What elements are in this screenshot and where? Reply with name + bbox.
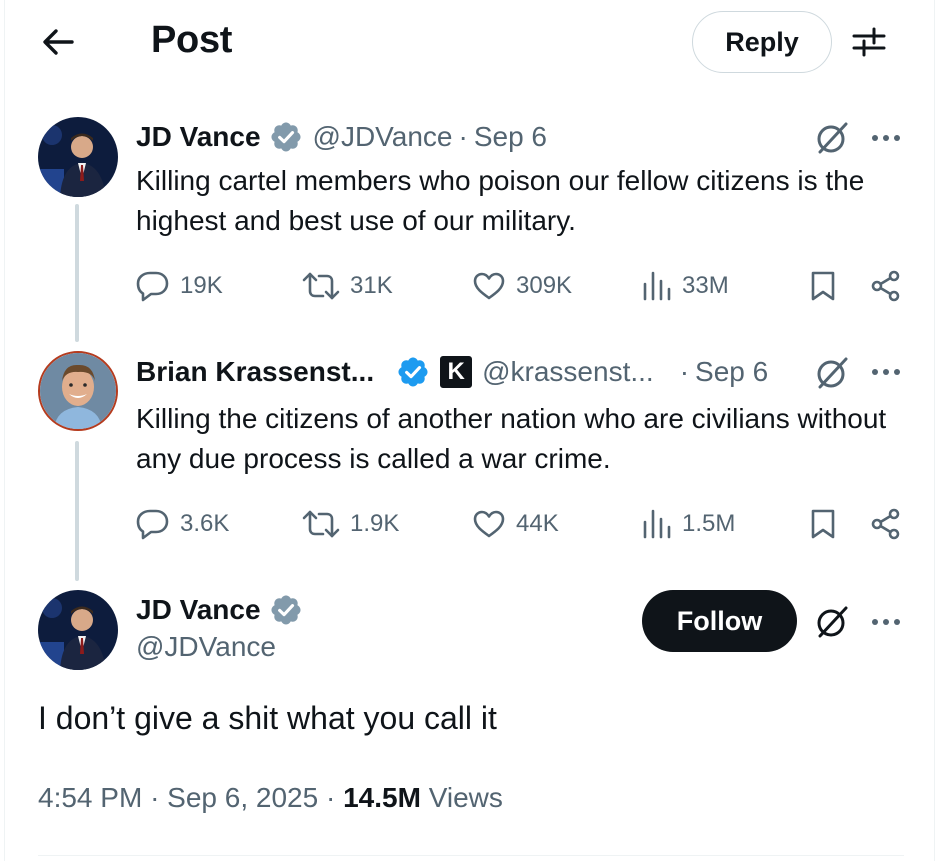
like-action[interactable]: 309K bbox=[472, 266, 572, 306]
reply-action[interactable]: 3.6K bbox=[136, 504, 229, 544]
divider bbox=[38, 855, 904, 856]
tweet-2-actions: 3.6K 1.9K 44K 1.5M bbox=[136, 504, 906, 544]
separator: · bbox=[150, 782, 160, 813]
grok-icon bbox=[817, 606, 848, 638]
like-icon bbox=[473, 272, 505, 300]
like-count: 309K bbox=[516, 272, 573, 299]
post-views-count: 14.5M bbox=[343, 782, 421, 813]
tweet-2-text: Killing the citizens of another nation w… bbox=[136, 403, 887, 474]
like-action[interactable]: 44K bbox=[472, 504, 559, 544]
main-handle[interactable]: @JDVance bbox=[136, 631, 276, 663]
avatar-jd-vance[interactable] bbox=[38, 590, 118, 670]
tweet-1-display-name[interactable]: JD Vance bbox=[136, 121, 261, 153]
tweet-1-date[interactable]: Sep 6 bbox=[474, 121, 547, 153]
verified-blue-badge-icon bbox=[396, 355, 430, 389]
post-date[interactable]: Sep 6, 2025 bbox=[167, 782, 318, 813]
tweet-1-text: Killing cartel members who poison our fe… bbox=[136, 165, 865, 236]
post-views-label: Views bbox=[428, 782, 503, 813]
repost-count: 31K bbox=[350, 272, 393, 299]
views-action[interactable]: 33M bbox=[642, 266, 729, 306]
affiliate-badge-icon[interactable]: K bbox=[440, 356, 473, 388]
more-icon bbox=[872, 135, 900, 141]
avatar-image bbox=[40, 353, 116, 429]
repost-icon bbox=[302, 510, 340, 538]
share-icon bbox=[871, 508, 900, 540]
affiliate-letter: K bbox=[447, 358, 465, 385]
separator: · bbox=[325, 782, 336, 813]
tweet-1-handle[interactable]: @JDVance bbox=[313, 121, 453, 153]
settings-sliders-icon bbox=[852, 27, 886, 57]
more-button[interactable] bbox=[868, 357, 904, 387]
back-arrow-icon bbox=[43, 29, 74, 55]
bookmark-icon bbox=[811, 509, 835, 539]
thread-line bbox=[75, 204, 79, 342]
more-button[interactable] bbox=[868, 607, 904, 637]
repost-icon bbox=[302, 272, 340, 300]
reply-button[interactable]: Reply bbox=[692, 11, 832, 73]
post-time[interactable]: 4:54 PM bbox=[38, 782, 142, 813]
main-tweet-meta: 4:54 PM · Sep 6, 2025 · 14.5M Views bbox=[38, 782, 503, 814]
thread-line bbox=[75, 441, 79, 581]
grok-icon bbox=[817, 357, 848, 389]
grok-button[interactable] bbox=[814, 604, 850, 640]
more-icon bbox=[872, 369, 900, 375]
tweet-1-actions: 19K 31K 309K 33M bbox=[136, 266, 906, 306]
avatar-image bbox=[38, 117, 118, 197]
grok-icon bbox=[817, 122, 848, 154]
grok-button[interactable] bbox=[814, 120, 850, 156]
more-button[interactable] bbox=[868, 123, 904, 153]
separator: · bbox=[458, 121, 468, 152]
repost-action[interactable]: 31K bbox=[302, 266, 393, 306]
reply-count: 3.6K bbox=[180, 510, 230, 537]
tweet-2-date[interactable]: Sep 6 bbox=[695, 356, 768, 388]
grok-button[interactable] bbox=[814, 355, 850, 391]
main-display-name[interactable]: JD Vance bbox=[136, 594, 261, 626]
share-icon bbox=[871, 270, 900, 302]
follow-button[interactable]: Follow bbox=[642, 590, 797, 652]
main-tweet-header: JD Vance bbox=[136, 591, 313, 629]
share-action[interactable] bbox=[870, 266, 902, 306]
views-action[interactable]: 1.5M bbox=[642, 504, 735, 544]
tweet-2-display-name[interactable]: Brian Krassenst... bbox=[136, 356, 374, 388]
settings-button[interactable] bbox=[847, 22, 891, 62]
reply-icon bbox=[136, 509, 169, 540]
avatar-brian-krassenstein[interactable] bbox=[38, 351, 118, 431]
reply-icon bbox=[136, 271, 169, 302]
tweet-2-handle[interactable]: @krassenst... bbox=[482, 356, 654, 388]
avatar-jd-vance[interactable] bbox=[38, 117, 118, 197]
repost-action[interactable]: 1.9K bbox=[302, 504, 399, 544]
verified-gray-badge-icon bbox=[269, 593, 303, 627]
views-icon bbox=[643, 509, 671, 539]
bookmark-action[interactable] bbox=[809, 266, 837, 306]
main-tweet-text: I don’t give a shit what you call it bbox=[38, 700, 497, 736]
separator: · bbox=[679, 356, 690, 387]
bookmark-icon bbox=[811, 271, 835, 301]
repost-count: 1.9K bbox=[350, 510, 400, 537]
share-action[interactable] bbox=[870, 504, 902, 544]
like-count: 44K bbox=[516, 510, 559, 537]
more-icon bbox=[872, 619, 900, 625]
verified-gray-badge-icon bbox=[269, 120, 303, 154]
header: Post Reply bbox=[0, 0, 939, 84]
reply-count: 19K bbox=[180, 272, 223, 299]
page-title: Post bbox=[151, 19, 233, 61]
bookmark-action[interactable] bbox=[809, 504, 837, 544]
avatar-image bbox=[38, 590, 118, 670]
like-icon bbox=[473, 510, 505, 538]
reply-action[interactable]: 19K bbox=[136, 266, 223, 306]
views-count: 33M bbox=[682, 272, 729, 299]
back-button[interactable] bbox=[36, 22, 80, 62]
tweet-2-header: Brian Krassenst... K @krassenst... · Sep… bbox=[136, 353, 768, 391]
views-icon bbox=[643, 271, 671, 301]
tweet-1-header: JD Vance @JDVance · Sep 6 bbox=[136, 118, 547, 156]
views-count: 1.5M bbox=[682, 510, 736, 537]
